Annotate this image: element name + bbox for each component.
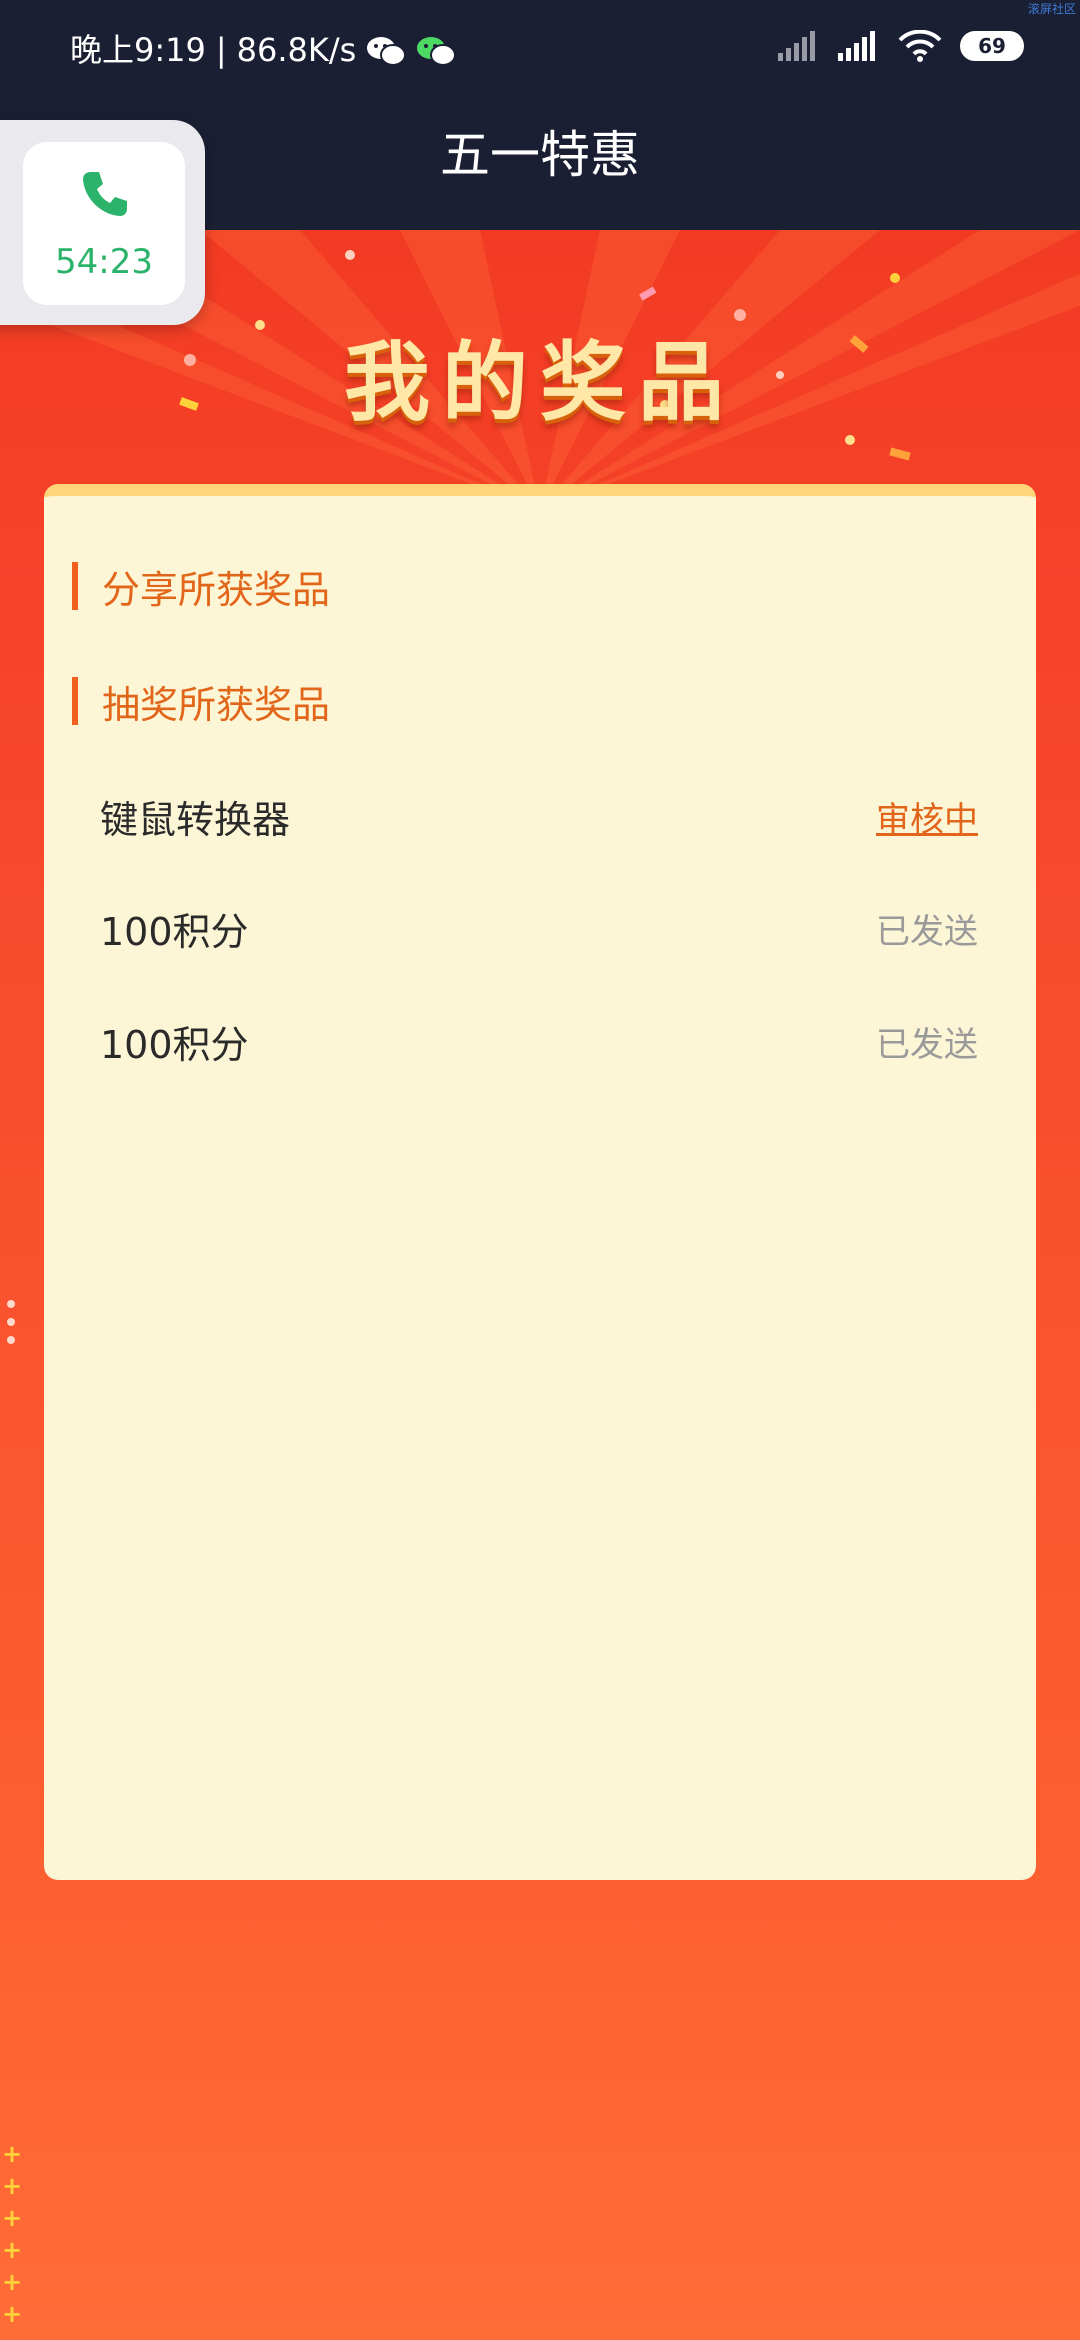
page-root: 晚上9:19 | 86.8K/s 69 滚屏社区 五一特惠 54:23 我的奖品… <box>0 0 1080 2340</box>
battery-indicator: 69 <box>960 31 1024 61</box>
prize-name: 100积分 <box>100 1022 249 1067</box>
watermark: 滚屏社区 <box>1027 2 1076 16</box>
call-bubble[interactable]: 54:23 <box>0 120 205 325</box>
wechat-icon <box>366 34 407 66</box>
sparkle-decoration: + + + + + + <box>2 2140 23 2328</box>
section-accent-bar <box>72 677 78 725</box>
prize-name: 100积分 <box>100 909 249 954</box>
prize-name: 键鼠转换器 <box>100 797 291 842</box>
prize-status: 已发送 <box>876 1024 978 1065</box>
list-item: 100积分 已发送 <box>100 1011 978 1071</box>
signal-strength-icon <box>778 31 815 61</box>
section-accent-bar <box>72 562 78 610</box>
prizes-card: 分享所获奖品 抽奖所获奖品 键鼠转换器 审核中 100积分 已发送 100积分 … <box>44 484 1036 1880</box>
status-time: 晚上9:19 <box>70 31 206 69</box>
prizes-headline: 我的奖品 <box>344 333 736 433</box>
call-duration: 54:23 <box>55 242 153 282</box>
status-separator: | <box>215 31 227 69</box>
status-right: 69 <box>778 30 1024 62</box>
section-title: 分享所获奖品 <box>102 567 331 612</box>
side-handle-icon[interactable] <box>6 1298 16 1348</box>
status-left: 晚上9:19 | 86.8K/s <box>70 28 457 72</box>
phone-icon <box>79 168 131 220</box>
prize-status-link[interactable]: 审核中 <box>876 792 978 841</box>
network-speed: 86.8K/s <box>236 31 357 69</box>
section-lottery-prizes: 抽奖所获奖品 <box>72 671 330 731</box>
wifi-icon <box>898 30 942 62</box>
signal-strength-icon-2 <box>838 31 875 61</box>
list-item: 100积分 已发送 <box>100 898 978 958</box>
battery-level: 69 <box>978 34 1006 58</box>
list-item: 键鼠转换器 审核中 <box>100 786 978 846</box>
section-share-prizes: 分享所获奖品 <box>72 556 330 616</box>
section-title: 抽奖所获奖品 <box>102 682 331 727</box>
call-bubble-inner: 54:23 <box>23 142 185 305</box>
status-bar: 晚上9:19 | 86.8K/s 69 滚屏社区 <box>0 0 1080 100</box>
wechat-green-icon <box>416 34 457 66</box>
prize-status: 已发送 <box>876 911 978 952</box>
